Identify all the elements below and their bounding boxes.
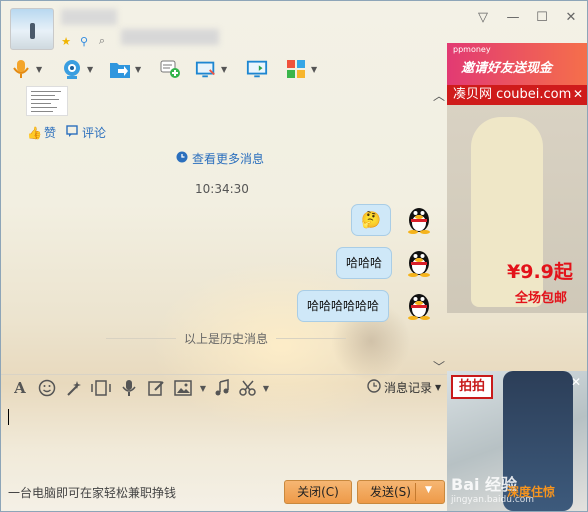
screen-share-icon [246, 58, 268, 80]
sender-avatar-penguin-icon[interactable] [403, 202, 435, 234]
view-more-messages-link[interactable]: 查看更多消息 [176, 150, 264, 167]
ad-site-name: 凑贝网 coubei.com [447, 85, 587, 105]
chevron-down-icon[interactable]: ▼ [221, 65, 227, 74]
history-divider: 以上是历史消息 [106, 330, 347, 347]
close-icon[interactable]: ✕ [571, 375, 581, 389]
contact-avatar[interactable] [10, 8, 54, 50]
microphone-icon [10, 58, 32, 80]
close-icon[interactable]: ✕ [573, 87, 583, 101]
comment-label: 评论 [82, 126, 107, 140]
contact-signature-blurred [121, 29, 219, 45]
clock-icon [176, 151, 188, 166]
comment-icon [66, 125, 78, 140]
message-record-label: 消息记录 [384, 381, 433, 395]
scissors-icon[interactable] [238, 378, 258, 398]
ad-free-shipping: 全场包邮 [515, 291, 568, 306]
file-transfer-icon [109, 58, 131, 80]
sender-avatar-penguin-icon[interactable] [403, 288, 435, 320]
toolbar-video[interactable]: ▼ [61, 56, 93, 82]
screenshot-icon[interactable] [91, 378, 111, 398]
vip-star-icon[interactable]: ★ [59, 34, 73, 48]
chevron-down-icon[interactable]: ▼ [36, 65, 42, 74]
like-label: 赞 [43, 126, 56, 140]
close-window-button[interactable]: ✕ [560, 9, 582, 27]
font-icon[interactable]: A [10, 378, 30, 398]
search-icon[interactable]: ⌕ [95, 34, 109, 48]
ad-tag: 拍拍 [451, 375, 493, 399]
ad-slogan: 邀请好友送现金 [461, 61, 553, 76]
chat-window: ★ ⚲ ⌕ ▽ — ☐ ✕ ▼ ▼ ▼ ▼ ▼ 👍 赞 评论 查看更多消息 10… [0, 0, 588, 512]
magic-icon[interactable] [64, 378, 84, 398]
message-area[interactable]: 👍 赞 评论 查看更多消息 10:34:30 🤔 哈哈哈 哈哈哈哈哈哈 以上是历… [2, 86, 446, 374]
remote-desktop-icon [195, 58, 217, 80]
voice-icon[interactable] [119, 378, 139, 398]
video-camera-icon [61, 58, 83, 80]
history-divider-label: 以上是历史消息 [184, 332, 269, 346]
ad-price: ¥9.9起 [507, 261, 573, 283]
toolbar-add-chat[interactable] [159, 56, 181, 82]
image-icon[interactable] [173, 378, 193, 398]
chevron-down-icon[interactable]: ▼ [425, 485, 432, 495]
message-bubble[interactable]: 哈哈哈 [336, 247, 393, 279]
edit-icon[interactable] [146, 378, 166, 398]
advertisement-bottom[interactable]: 拍拍 ✕ Bai 经验 jingyan.baidu.com 深度住惊 [447, 371, 587, 511]
skin-menu-button[interactable]: ▽ [472, 9, 494, 27]
ad-promo-text: 深度住惊 [507, 485, 556, 499]
close-button[interactable]: 关闭(C) [284, 480, 352, 504]
sender-avatar-penguin-icon[interactable] [403, 245, 435, 277]
toolbar-remote[interactable]: ▼ [195, 56, 227, 82]
message-bubble[interactable]: 哈哈哈哈哈哈 [297, 290, 390, 322]
thumbs-up-icon: 👍 [27, 125, 42, 140]
apps-icon [285, 58, 307, 80]
add-chat-icon [159, 58, 181, 80]
chevron-down-icon[interactable]: ▼ [193, 378, 213, 398]
maximize-button[interactable]: ☐ [531, 9, 553, 27]
emoji-icon[interactable] [37, 378, 57, 398]
collapse-up-icon[interactable]: ︿ [433, 87, 445, 104]
view-more-label: 查看更多消息 [192, 152, 265, 166]
status-icons: ★ ⚲ ⌕ [59, 34, 109, 48]
message-timestamp: 10:34:30 [195, 182, 249, 196]
toolbar-voice[interactable]: ▼ [10, 56, 42, 82]
chevron-down-icon[interactable]: ▼ [87, 65, 93, 74]
promo-tip-text[interactable]: 一台电脑即可在家轻松兼职挣钱 [8, 484, 176, 501]
ad-brand-label: ppmoney [453, 45, 491, 54]
toolbar-apps[interactable]: ▼ [285, 56, 317, 82]
send-divider [415, 483, 416, 501]
minimize-button[interactable]: — [502, 9, 524, 27]
advertisement-top[interactable]: ppmoney 邀请好友送现金 凑贝网 coubei.com ✕ ¥9.9起 全… [447, 43, 587, 313]
message-input[interactable] [3, 403, 443, 477]
chevron-down-icon[interactable]: ▼ [135, 65, 141, 74]
like-button[interactable]: 👍 赞 [27, 124, 56, 141]
collapse-down-icon[interactable]: ﹀ [433, 358, 445, 375]
music-icon[interactable] [212, 378, 232, 398]
chevron-down-icon: ▼ [435, 383, 442, 392]
toolbar-file[interactable]: ▼ [109, 56, 141, 82]
toolbar-share[interactable] [246, 56, 268, 82]
comment-button[interactable]: 评论 [66, 124, 106, 141]
chevron-down-icon[interactable]: ▼ [311, 65, 317, 74]
clock-icon [367, 379, 381, 396]
contact-name-blurred [61, 9, 117, 25]
chevron-down-icon[interactable]: ▼ [256, 378, 276, 398]
shared-image-thumbnail[interactable] [26, 86, 68, 116]
message-bubble-emoji[interactable]: 🤔 [351, 204, 391, 236]
qzone-icon[interactable]: ⚲ [77, 34, 91, 48]
message-record-button[interactable]: 消息记录 ▼ [367, 379, 441, 396]
